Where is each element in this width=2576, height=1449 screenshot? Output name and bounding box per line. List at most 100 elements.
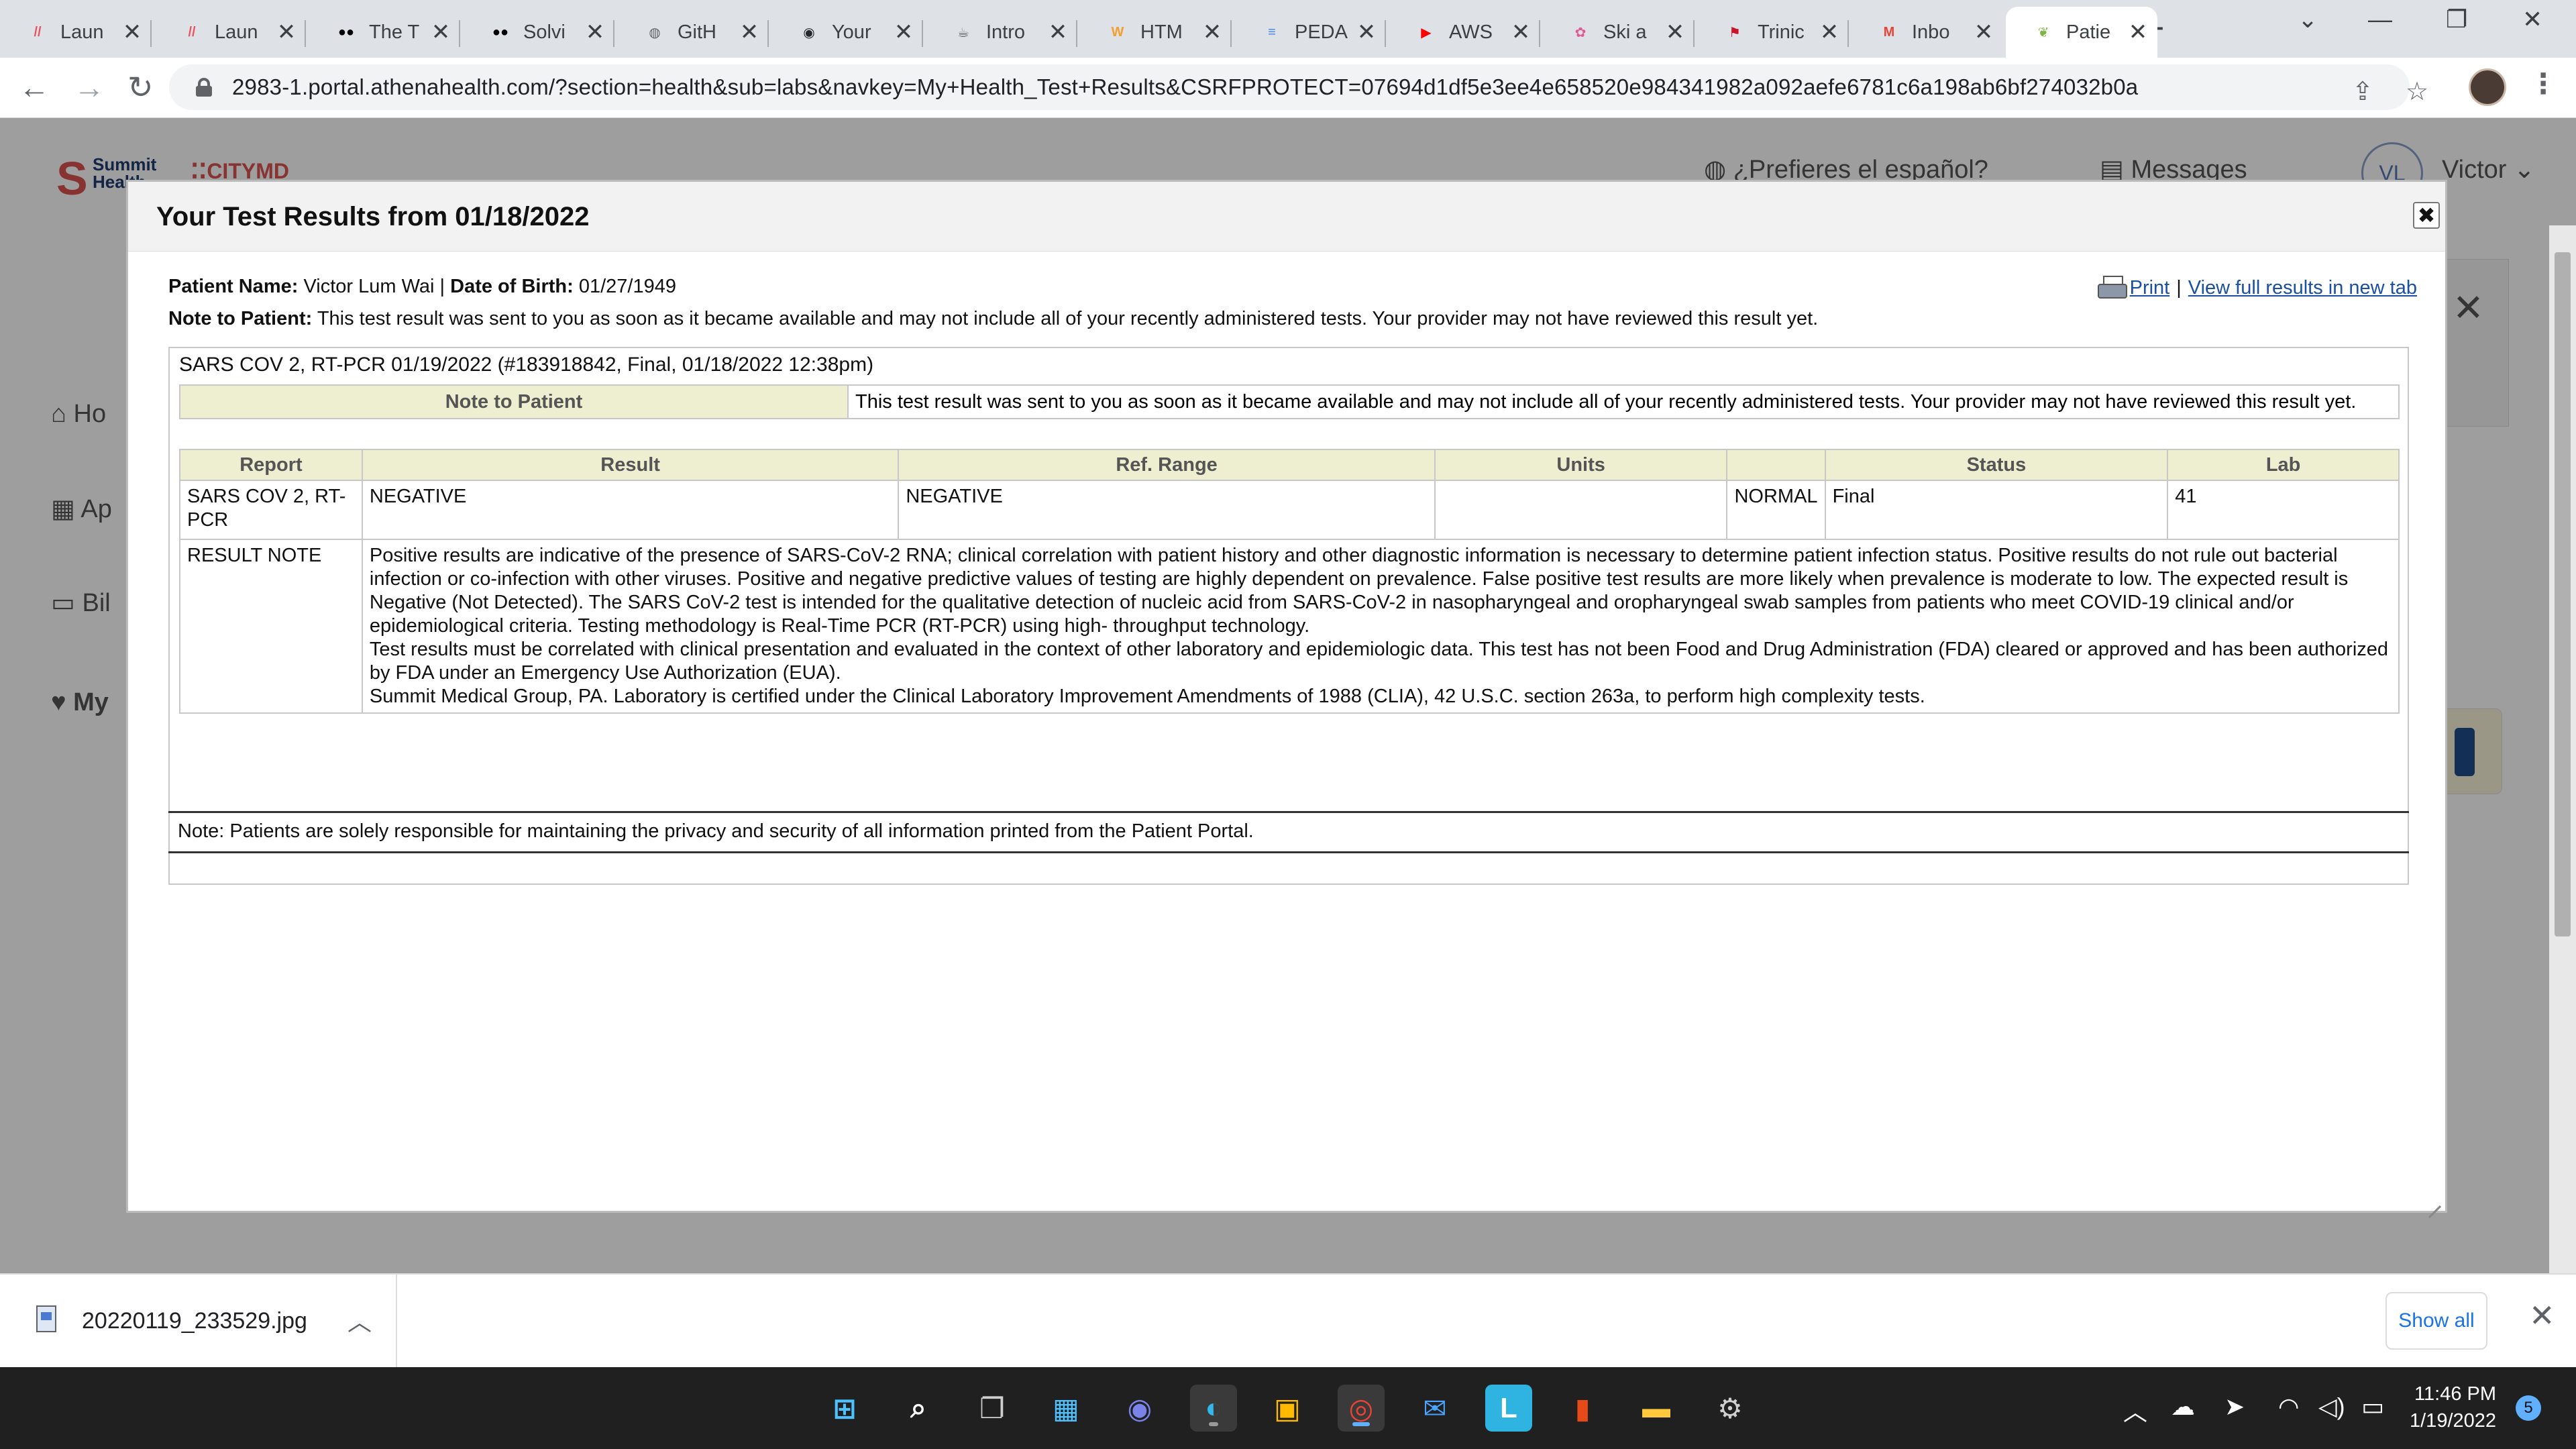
tab-separator: [1230, 20, 1232, 47]
close-window-button[interactable]: ✕: [2522, 5, 2542, 34]
tab-title: Solvi: [523, 21, 566, 43]
chevron-up-icon[interactable]: ︿: [2123, 1393, 2147, 1428]
close-tab-icon[interactable]: ✕: [1202, 19, 1222, 46]
close-tab-icon[interactable]: ✕: [122, 19, 142, 46]
mail-icon[interactable]: ✉: [1411, 1385, 1458, 1432]
file-explorer-icon[interactable]: ▬: [1633, 1385, 1680, 1432]
browser-tab[interactable]: // Laun ✕: [154, 7, 306, 58]
divider: [168, 811, 2409, 813]
browser-tab[interactable]: M Inbo ✕: [1851, 7, 2003, 58]
volume-icon[interactable]: ◁): [2318, 1393, 2345, 1421]
windows-start-icon[interactable]: ⊞: [821, 1385, 868, 1432]
system-clock[interactable]: 11:46 PM 1/19/2022: [2410, 1381, 2496, 1434]
close-tab-icon[interactable]: ✕: [1665, 19, 1685, 46]
print-link[interactable]: Print: [2130, 277, 2170, 299]
reload-icon[interactable]: ↻: [127, 67, 154, 107]
close-shelf-icon[interactable]: ✕: [2529, 1297, 2555, 1334]
share-icon[interactable]: ⇪: [2352, 76, 2373, 107]
close-tab-icon[interactable]: ✕: [2128, 19, 2148, 46]
column-header: Lab: [2167, 449, 2400, 481]
medium-icon: ●●: [337, 24, 355, 40]
column-header: Status: [1824, 449, 2169, 481]
modal-title: Your Test Results from 01/18/2022: [128, 182, 2445, 252]
results-header-row: Report Result Ref. Range Units Status La…: [179, 449, 2400, 481]
download-filename[interactable]: 20220119_233529.jpg: [82, 1308, 307, 1334]
browser-tab[interactable]: ◍ GitH ✕: [617, 7, 769, 58]
send-icon[interactable]: ➤: [2224, 1393, 2245, 1421]
browser-tab[interactable]: ≡ PEDA ✕: [1234, 7, 1386, 58]
chevron-up-icon[interactable]: ︿: [347, 1303, 372, 1338]
units-cell: [1434, 480, 1728, 540]
notification-badge[interactable]: 5: [2516, 1395, 2541, 1421]
browser-tab[interactable]: // Laun ✕: [0, 7, 152, 58]
battery-icon[interactable]: ▭: [2361, 1393, 2384, 1421]
close-tab-icon[interactable]: ✕: [894, 19, 914, 46]
address-bar[interactable]: 2983-1.portal.athenahealth.com/?section=…: [169, 64, 2428, 110]
view-full-results-link[interactable]: View full results in new tab: [2188, 277, 2417, 299]
close-tab-icon[interactable]: ✕: [585, 19, 605, 46]
tab-separator: [613, 20, 614, 47]
bookmark-star-icon[interactable]: ☆: [2406, 76, 2428, 107]
close-tab-icon[interactable]: ✕: [1048, 19, 1068, 46]
resize-handle-icon[interactable]: [2426, 1192, 2443, 1208]
lock-icon[interactable]: [196, 78, 212, 97]
office-icon[interactable]: ▮: [1559, 1385, 1606, 1432]
browser-tab[interactable]: ●● The T ✕: [309, 7, 460, 58]
dob-label: Date of Birth:: [450, 276, 574, 297]
running-indicator: [1209, 1422, 1218, 1426]
close-tab-icon[interactable]: ✕: [431, 19, 451, 46]
search-icon[interactable]: ⌕: [895, 1385, 942, 1432]
browser-tab[interactable]: ▶ AWS ✕: [1389, 7, 1540, 58]
chrome-icon[interactable]: ◎: [1338, 1385, 1385, 1432]
youtube-icon: ▶: [1421, 25, 1432, 40]
close-tab-icon[interactable]: ✕: [1974, 19, 1994, 46]
wifi-icon[interactable]: ◠: [2278, 1393, 2299, 1421]
onedrive-icon[interactable]: ☁: [2171, 1393, 2195, 1421]
teams-chat-icon[interactable]: ◉: [1116, 1385, 1163, 1432]
browser-tab[interactable]: W HTM ✕: [1080, 7, 1232, 58]
modal-close-button[interactable]: ✖: [2413, 202, 2440, 229]
result-links: Print | View full results in new tab: [2097, 276, 2417, 300]
ref-range-cell: NEGATIVE: [898, 480, 1436, 540]
column-header: [1726, 449, 1826, 481]
close-tab-icon[interactable]: ✕: [1511, 19, 1531, 46]
forward-icon[interactable]: →: [74, 67, 105, 107]
browser-tab[interactable]: ⚑ Trinic ✕: [1697, 7, 1849, 58]
widgets-icon[interactable]: ▦: [1042, 1385, 1089, 1432]
close-tab-icon[interactable]: ✕: [276, 19, 297, 46]
browser-tab[interactable]: ✿ Ski a ✕: [1543, 7, 1695, 58]
maximize-button[interactable]: ❐: [2446, 5, 2467, 34]
tab-search-icon[interactable]: ⌄: [2298, 5, 2318, 34]
browser-tab[interactable]: ❦ Patie ✕: [2006, 7, 2157, 58]
scrollbar-thumb[interactable]: [2555, 252, 2571, 936]
printer-icon[interactable]: [2097, 276, 2127, 300]
browser-tab[interactable]: ●● Solvi ✕: [463, 7, 614, 58]
tab-title: Intro: [986, 21, 1026, 43]
browser-menu-icon[interactable]: ⋮: [2529, 67, 2557, 100]
lens-app-icon[interactable]: L: [1485, 1385, 1532, 1432]
task-view-icon[interactable]: ❐: [969, 1385, 1016, 1432]
close-tab-icon[interactable]: ✕: [1356, 19, 1377, 46]
url-text[interactable]: 2983-1.portal.athenahealth.com/?section=…: [232, 74, 2138, 100]
back-icon[interactable]: ←: [19, 67, 50, 107]
edge-icon[interactable]: ◐: [1190, 1385, 1237, 1432]
tab-separator: [767, 20, 769, 47]
clock-time: 11:46 PM: [2414, 1383, 2497, 1405]
show-all-button[interactable]: Show all: [2385, 1292, 2487, 1350]
browser-tab[interactable]: ◉ Your ✕: [771, 7, 923, 58]
store-icon[interactable]: ▣: [1264, 1385, 1311, 1432]
tab-title: PEDA: [1295, 21, 1348, 43]
browser-tab-strip: + ⌄ — ❐ ✕ //Laun✕//Laun✕●●The T✕●●Solvi✕…: [0, 0, 2576, 58]
close-tab-icon[interactable]: ✕: [1819, 19, 1839, 46]
browser-tab[interactable]: ☕ Intro ✕: [926, 7, 1077, 58]
image-file-icon[interactable]: [36, 1305, 56, 1332]
page-scrollbar[interactable]: [2549, 225, 2576, 1273]
dob-value: 01/27/1949: [578, 276, 677, 297]
note-table: Note to Patient This test result was sen…: [179, 384, 2400, 419]
close-tab-icon[interactable]: ✕: [739, 19, 759, 46]
profile-avatar[interactable]: [2469, 68, 2506, 106]
note-header-cell: Note to Patient: [179, 384, 849, 419]
settings-gear-icon[interactable]: ⚙: [1707, 1385, 1754, 1432]
minimize-button[interactable]: —: [2368, 5, 2392, 34]
w3-icon: W: [1111, 24, 1124, 40]
